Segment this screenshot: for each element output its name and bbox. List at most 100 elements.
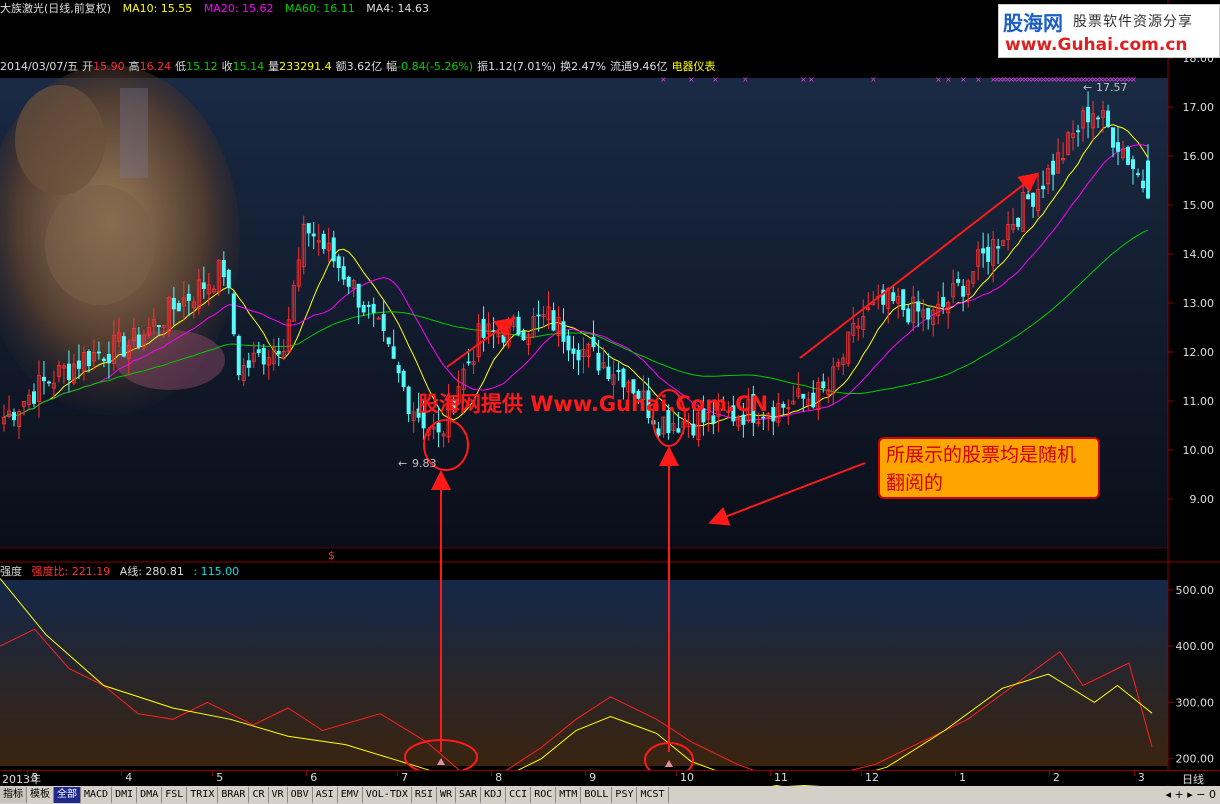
date-tick-label: 3 [1137,771,1145,784]
candle-body [1116,142,1121,152]
indicator-name[interactable]: 强度 [0,565,22,578]
toolbar-item-rsi[interactable]: RSI [412,787,437,803]
candle-body [401,370,406,388]
date-tick [1048,771,1050,776]
toolbar-item-psy[interactable]: PSY [612,787,638,803]
y-tick-label-main-7: 16.00 [1183,150,1215,163]
candle-body [1051,160,1056,175]
y-tick-label-main-0: 9.00 [1190,493,1215,506]
high-price-arrow: ← [1083,81,1092,94]
y-tick-label-main-4: 13.00 [1183,297,1215,310]
toolbar-item-dmi[interactable]: DMI [112,787,138,803]
candle-body [31,391,36,404]
toolbar-item-vr[interactable]: VR [269,787,288,803]
signal-cross: × [1130,75,1137,84]
toolbar-item-fsl[interactable]: FSL [162,787,188,803]
toolbar-item-sar[interactable]: SAR [456,787,482,803]
logo-url: www.Guhai.com.cn [1005,35,1188,55]
toolbar-item-emv[interactable]: EMV [338,787,363,803]
toolbar-item-mtm[interactable]: MTM [556,787,582,803]
volume-value: 233291.4 [279,60,332,73]
toolbar-item-roc[interactable]: ROC [531,787,557,803]
dollar-marker: $ [328,549,335,562]
candle-body [466,361,471,364]
candle-body [906,308,911,323]
candle-body [361,305,366,313]
toolbar-item--[interactable]: 指标 [0,787,27,803]
amount-label: 额 [335,60,347,73]
toolbar-item-mcst[interactable]: MCST [637,787,669,803]
toolbar-item-macd[interactable]: MACD [81,787,113,803]
date-tick [27,771,29,776]
float-value: 9.46亿 [632,60,668,73]
candle-body [961,286,966,297]
candle-body [981,248,986,254]
signal-cross: × [870,75,877,84]
candle-body [596,352,601,371]
candle-body [551,310,556,331]
candle-body [616,370,621,373]
signal-cross: × [945,75,952,84]
candle-body [1131,159,1136,169]
candle-body [371,303,376,313]
toolbar-item-cr[interactable]: CR [249,787,269,803]
amplitude-value: 1.12(7.01%) [488,60,557,73]
date-tick [491,771,493,776]
candle-body [481,318,486,338]
quote-date: 2014/03/07/五 [0,60,79,73]
toolbar-item-wr[interactable]: WR [437,787,457,803]
date-tick [770,771,772,776]
candle-body [571,348,576,354]
indicator-toolbar: 指标 模板 全部 MACD DMI DMA FSL TRIX BRAR CR VR OBV ASI EMV… [0,786,1220,804]
candle-body [66,363,71,381]
candle-body [1096,117,1101,120]
toolbar-item-obv[interactable]: OBV [288,787,313,803]
candle-body [1106,110,1111,127]
ma4-value: MA4: 14.63 [366,2,429,15]
candle-body [801,393,806,399]
candle-body [606,366,611,380]
candle-body [656,428,661,436]
candle-body [536,314,541,317]
window-controls[interactable]: ◂ + ▸ − 0 [1166,786,1216,804]
amplitude-label: 振 [477,60,489,73]
toolbar-item-vol-tdx[interactable]: VOL-TDX [363,787,412,803]
candle-body [346,276,351,287]
baseline-value: : 115.00 [193,565,240,578]
guhai-logo[interactable]: 股海网 股票软件资源分享 www.Guhai.com.cn [998,4,1220,58]
turnover-label: 换 [560,60,572,73]
candle-body [46,381,51,384]
indicator-header: 强度 强度比: 221.19 A线: 280.81 : 115.00 [0,563,245,578]
sub-panel-bg [0,580,1168,766]
y-axis-sub: 200.00 300.00 400.00 500.00 [1168,584,1214,766]
date-tick [1133,771,1135,776]
date-tick [860,771,862,776]
low-label: 低 [175,60,187,73]
toolbar-item-kdj[interactable]: KDJ [481,787,507,803]
date-tick [121,771,123,776]
candle-body [11,411,16,421]
toolbar-item-trix[interactable]: TRIX [187,787,219,803]
watermark-text: 股海网提供 Www.Guhai.Com.CN [418,392,769,416]
candle-body [986,246,991,262]
toolbar-item-boll[interactable]: BOLL [581,787,613,803]
candle-body [576,349,581,361]
close-label: 收 [221,60,233,73]
candle-body [516,316,521,335]
period-label[interactable]: 日线 [1182,771,1204,787]
candle-body [436,422,441,433]
close-value: 15.14 [232,60,265,73]
candle-body [561,321,566,342]
toolbar-item-dma[interactable]: DMA [137,787,163,803]
toolbar-item--[interactable]: 全部 [54,787,81,803]
toolbar-item-cci[interactable]: CCI [506,787,532,803]
date-tick-label: 7 [401,771,409,784]
candle-body [331,237,336,262]
toolbar-item--[interactable]: 模板 [27,787,54,803]
candle-body [261,348,266,365]
date-tick [676,771,678,776]
toolbar-item-asi[interactable]: ASI [313,787,338,803]
toolbar-item-brar[interactable]: BRAR [218,787,250,803]
candle-body [621,368,626,388]
signal-cross: × [800,75,807,84]
